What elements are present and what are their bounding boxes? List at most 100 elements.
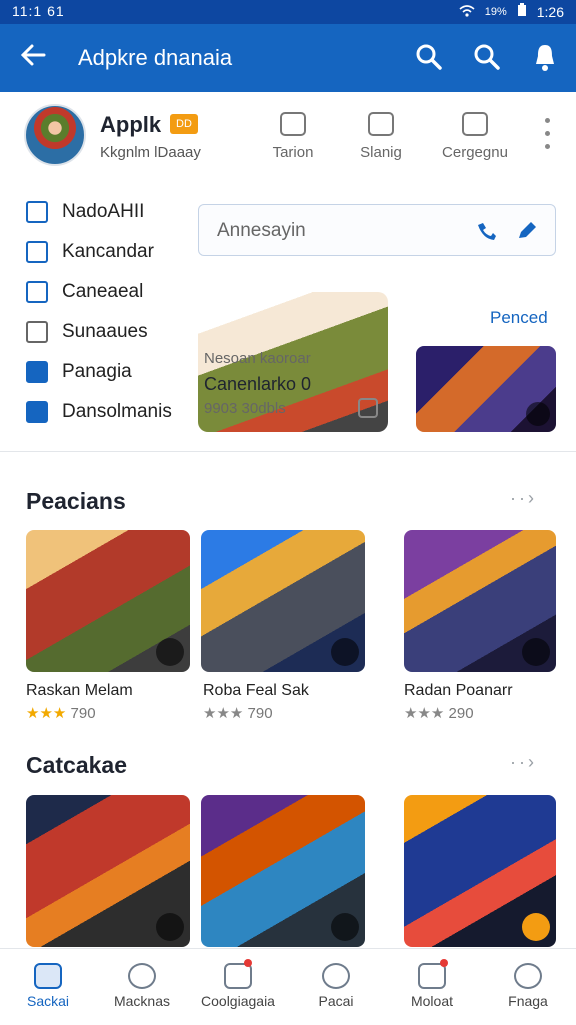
menu-item[interactable]: NadoAHII <box>26 192 196 232</box>
notification-dot <box>244 959 252 967</box>
game-tile[interactable] <box>26 530 190 672</box>
status-time-right: 1:26 <box>536 3 564 20</box>
see-more-chevron-icon[interactable]: ··› <box>510 488 537 509</box>
nav-messages[interactable]: Moloat <box>384 949 480 1025</box>
notification-bell-icon[interactable] <box>532 42 562 74</box>
nav-label: Fnaga <box>508 993 548 1009</box>
tile-title: Roba Feal Sak <box>203 682 309 699</box>
search-icon[interactable] <box>414 42 444 74</box>
level-badge: DD <box>170 114 198 134</box>
book-icon <box>26 361 48 383</box>
action-cergegnu-button[interactable]: Cergegnu <box>430 112 520 161</box>
play-icon <box>526 402 550 426</box>
status-time-left: 11:1 61 <box>12 3 65 19</box>
status-icons: 19% 1:26 <box>459 3 564 20</box>
status-bar: 11:1 61 19% 1:26 <box>0 0 576 24</box>
side-menu: NadoAHII Kancandar Caneaeal Sunaaues Pan… <box>26 192 196 432</box>
tile-rating: ★★★ 790 <box>203 705 273 722</box>
bottom-nav: Sackai Macknas Coolgiagaia Pacai Moloat … <box>0 948 576 1024</box>
menu-item-label: Sunaaues <box>62 321 148 342</box>
info-icon[interactable] <box>358 398 378 418</box>
home-icon <box>34 963 62 989</box>
share-icon <box>331 638 359 666</box>
game-tile[interactable] <box>201 795 365 947</box>
list-icon <box>26 201 48 223</box>
game-tile[interactable] <box>201 530 365 672</box>
nav-label: Sackai <box>26 993 70 1009</box>
nav-label: Coolgiagaia <box>201 993 275 1009</box>
profile-card: Applk DD Kkgnlm lDaaay Tarion Slanig Cer… <box>0 92 576 452</box>
menu-item-label: Kancandar <box>62 241 154 262</box>
menu-item[interactable]: Panagia <box>26 352 196 392</box>
game-tile[interactable] <box>404 795 556 947</box>
share-icon <box>156 638 184 666</box>
square-icon <box>26 241 48 263</box>
profile-name: Applk <box>100 112 162 137</box>
magnifier-icon <box>514 963 542 989</box>
battery-percent: 19% <box>484 5 507 18</box>
battery-icon <box>517 3 527 20</box>
section-title: Peacians <box>26 488 126 514</box>
see-more-chevron-icon[interactable]: ··› <box>510 752 537 773</box>
notification-dot <box>440 959 448 967</box>
camera-icon <box>280 112 306 136</box>
tile-rating: ★★★ 290 <box>404 705 474 722</box>
featured-caption-sub: 9903 30dbls <box>204 400 286 417</box>
app-bar: Adpkre dnanaia <box>0 24 576 92</box>
nav-library[interactable]: Coolgiagaia <box>190 949 286 1025</box>
search-placeholder: Annesayin <box>217 220 306 241</box>
share-icon <box>331 913 359 941</box>
tile-title: Raskan Melam <box>26 682 133 699</box>
page-title: Adpkre dnanaia <box>78 45 233 70</box>
more-vert-icon[interactable] <box>545 118 553 158</box>
search-icon <box>128 963 156 989</box>
coin-icon <box>522 913 550 941</box>
smile-icon <box>26 321 48 343</box>
search-alt-icon[interactable] <box>472 42 502 74</box>
action-label: Slanig <box>360 144 402 161</box>
menu-item[interactable]: Caneaeal <box>26 272 196 312</box>
search-input[interactable]: Annesayin <box>198 204 556 256</box>
back-arrow-icon[interactable] <box>18 40 50 76</box>
action-label: Tarion <box>272 144 314 161</box>
menu-item-label: NadoAHII <box>62 201 145 222</box>
nav-label: Moloat <box>410 993 454 1009</box>
wifi-icon <box>459 4 475 20</box>
share-icon <box>522 638 550 666</box>
phone-icon[interactable] <box>475 221 497 241</box>
nav-label: Macknas <box>113 993 171 1009</box>
featured-caption-top: Nesoan kaoroar <box>204 350 311 367</box>
game-tile[interactable] <box>26 795 190 947</box>
menu-item[interactable]: Sunaaues <box>26 312 196 352</box>
action-label: Cergegnu <box>442 144 508 161</box>
menu-item-label: Dansolmanis <box>62 401 172 422</box>
bag-icon <box>368 112 394 136</box>
tile-rating: ★★★ 790 <box>26 705 96 722</box>
profile-subtitle: Kkgnlm lDaaay <box>100 144 201 161</box>
menu-item-label: Caneaeal <box>62 281 144 302</box>
nav-label: Pacai <box>318 993 354 1009</box>
game-tile[interactable] <box>404 530 556 672</box>
share-icon <box>156 913 184 941</box>
nav-search[interactable]: Macknas <box>94 949 190 1025</box>
tile-title: Radan Poanarr <box>404 682 513 699</box>
menu-item-label: Panagia <box>62 361 132 382</box>
nav-profile[interactable]: Fnaga <box>480 949 576 1025</box>
avatar[interactable] <box>24 104 86 166</box>
action-tarion-button[interactable]: Tarion <box>248 112 338 161</box>
monitor-icon <box>26 401 48 423</box>
menu-item[interactable]: Kancandar <box>26 232 196 272</box>
nav-home[interactable]: Sackai <box>0 949 96 1025</box>
chart-icon <box>462 112 488 136</box>
featured-secondary-image[interactable] <box>416 346 556 432</box>
action-slanig-button[interactable]: Slanig <box>336 112 426 161</box>
nav-favorites[interactable]: Pacai <box>288 949 384 1025</box>
menu-item[interactable]: Dansolmanis <box>26 392 196 432</box>
heart-icon <box>322 963 350 989</box>
tag-icon <box>26 281 48 303</box>
inbox-icon <box>418 963 446 989</box>
featured-caption-main: Canenlarko 0 <box>204 374 312 394</box>
edit-icon[interactable] <box>515 220 539 242</box>
section-title: Catcakae <box>26 752 128 778</box>
featured-link[interactable]: Penced <box>490 308 548 328</box>
